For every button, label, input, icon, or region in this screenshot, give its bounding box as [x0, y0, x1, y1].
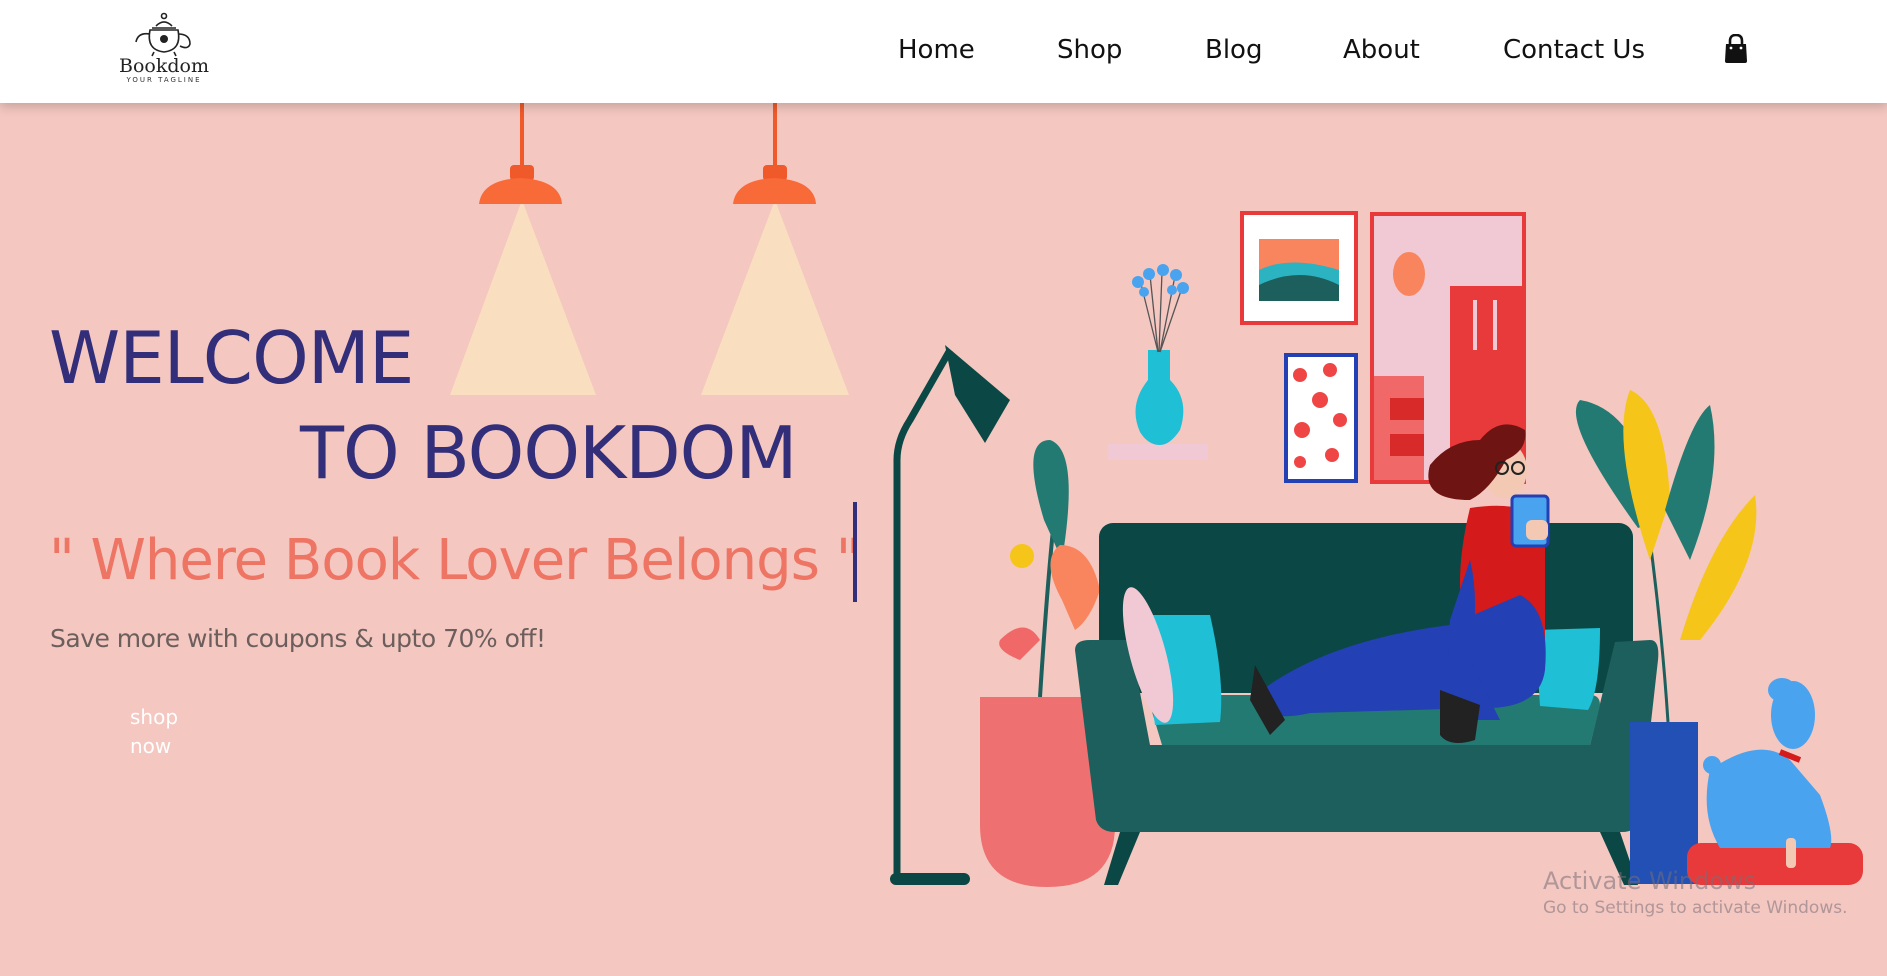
dog-on-cushion-icon: [1687, 678, 1863, 885]
teapot-logo-icon: [135, 12, 191, 57]
coupon-subtitle: Save more with coupons & upto 70% off!: [50, 624, 546, 653]
flower-vase-icon: [1108, 264, 1208, 460]
nav-shop[interactable]: Shop: [1057, 33, 1122, 67]
text-caret: [853, 502, 857, 602]
to-bookdom-heading: TO BOOKDOM: [300, 411, 797, 495]
pendant-lamp-left-icon: [450, 103, 596, 395]
logo-name: Bookdom: [119, 55, 209, 77]
nav-blog[interactable]: Blog: [1205, 33, 1262, 67]
nav-contact-us[interactable]: Contact Us: [1503, 33, 1645, 67]
activate-windows-title: Activate Windows: [1543, 867, 1757, 895]
logo[interactable]: Bookdom YOUR TAGLINE: [106, 12, 222, 92]
activate-windows-watermark: Activate Windows Go to Settings to activ…: [1543, 866, 1848, 920]
logo-tagline: YOUR TAGLINE: [126, 76, 202, 84]
tagline: " Where Book Lover Belongs ": [49, 528, 861, 593]
pendant-lamp-right-icon: [701, 103, 849, 395]
shopping-bag-icon[interactable]: [1722, 34, 1750, 64]
shop-now-button[interactable]: shop now: [130, 703, 192, 761]
nav-about[interactable]: About: [1343, 33, 1420, 67]
activate-windows-subtitle: Go to Settings to activate Windows.: [1543, 898, 1848, 918]
navbar: Bookdom YOUR TAGLINE Home Shop Blog Abou…: [0, 0, 1887, 103]
flower-frame-icon: [1284, 353, 1358, 483]
hero-section: WELCOME TO BOOKDOM " Where Book Lover Be…: [0, 103, 1887, 976]
welcome-heading: WELCOME: [49, 316, 414, 400]
landscape-frame-icon: [1240, 211, 1358, 325]
nav-home[interactable]: Home: [898, 33, 975, 67]
